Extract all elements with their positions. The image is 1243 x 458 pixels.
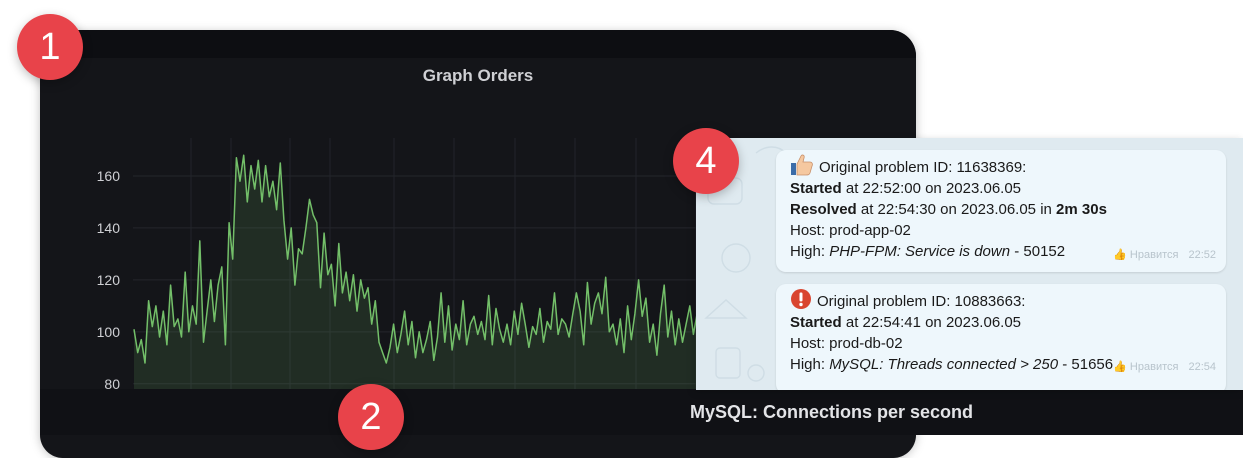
problem-heading: Original problem ID: 11638369: — [819, 159, 1027, 176]
severity-prefix: High: — [790, 356, 830, 373]
resolved-line: Resolved at 22:54:30 on 2023.06.05 in 2m… — [790, 199, 1216, 220]
y-tick-label: 140 — [97, 220, 121, 236]
started-label: Started — [790, 180, 842, 197]
message-meta: 👍 Нравится 22:54 — [1113, 357, 1216, 378]
like-label: Нравится — [1129, 361, 1179, 373]
message-time: 22:54 — [1188, 361, 1216, 373]
exclamation-icon — [791, 289, 811, 309]
mysql-panel-title: MySQL: Connections per second — [689, 401, 974, 422]
host-line: Host: prod-app-02 — [790, 222, 911, 239]
dashboard-bottom-strip — [40, 435, 916, 458]
message-time: 22:52 — [1188, 249, 1216, 261]
chat-message[interactable]: Original problem ID: 11638369: Started a… — [776, 150, 1226, 272]
resolved-label: Resolved — [790, 201, 857, 218]
like-button[interactable]: 👍 Нравится — [1113, 249, 1178, 261]
problem-name: PHP-FPM: Service is down — [829, 243, 1011, 260]
message-heading-line: Original problem ID: 11638369: — [790, 154, 1216, 178]
y-tick-label: 80 — [104, 376, 120, 390]
resolved-duration: 2m 30s — [1056, 201, 1107, 218]
mysql-panel-header: MySQL: Connections per second — [40, 389, 1243, 435]
like-label: Нравится — [1129, 249, 1179, 261]
chat-panel: Original problem ID: 11638369: Started a… — [696, 138, 1243, 390]
started-text: at 22:52:00 on 2023.06.05 — [841, 180, 1022, 197]
thumbs-up-icon — [791, 154, 813, 176]
resolved-text: at 22:54:30 on 2023.06.05 in — [856, 201, 1057, 218]
problem-heading: Original problem ID: 10883663: — [817, 293, 1026, 310]
message-meta: 👍 Нравится 22:52 — [1113, 245, 1216, 266]
started-label: Started — [790, 314, 842, 331]
problem-suffix: - 51656 — [1058, 356, 1114, 373]
y-tick-label: 160 — [97, 168, 121, 184]
problem-suffix: - 50152 — [1010, 243, 1066, 260]
chat-message[interactable]: Original problem ID: 10883663: Started a… — [776, 284, 1226, 390]
y-tick-label: 100 — [97, 324, 121, 340]
started-line: Started at 22:52:00 on 2023.06.05 — [790, 178, 1216, 199]
step-badge: 1 — [17, 14, 83, 80]
started-text: at 22:54:41 on 2023.06.05 — [841, 314, 1022, 331]
y-tick-label: 120 — [97, 272, 121, 288]
series-area-fill — [134, 155, 730, 389]
severity-prefix: High: — [790, 243, 830, 260]
problem-name: MySQL: Threads connected > 250 — [829, 356, 1059, 373]
like-button[interactable]: 👍 Нравится — [1113, 361, 1178, 373]
started-line: Started at 22:54:41 on 2023.06.05 — [790, 312, 1216, 333]
step-badge: 2 — [338, 384, 404, 450]
step-badge: 4 — [673, 128, 739, 194]
host-line: Host: prod-db-02 — [790, 335, 903, 352]
message-heading-line: Original problem ID: 10883663: — [790, 288, 1216, 312]
